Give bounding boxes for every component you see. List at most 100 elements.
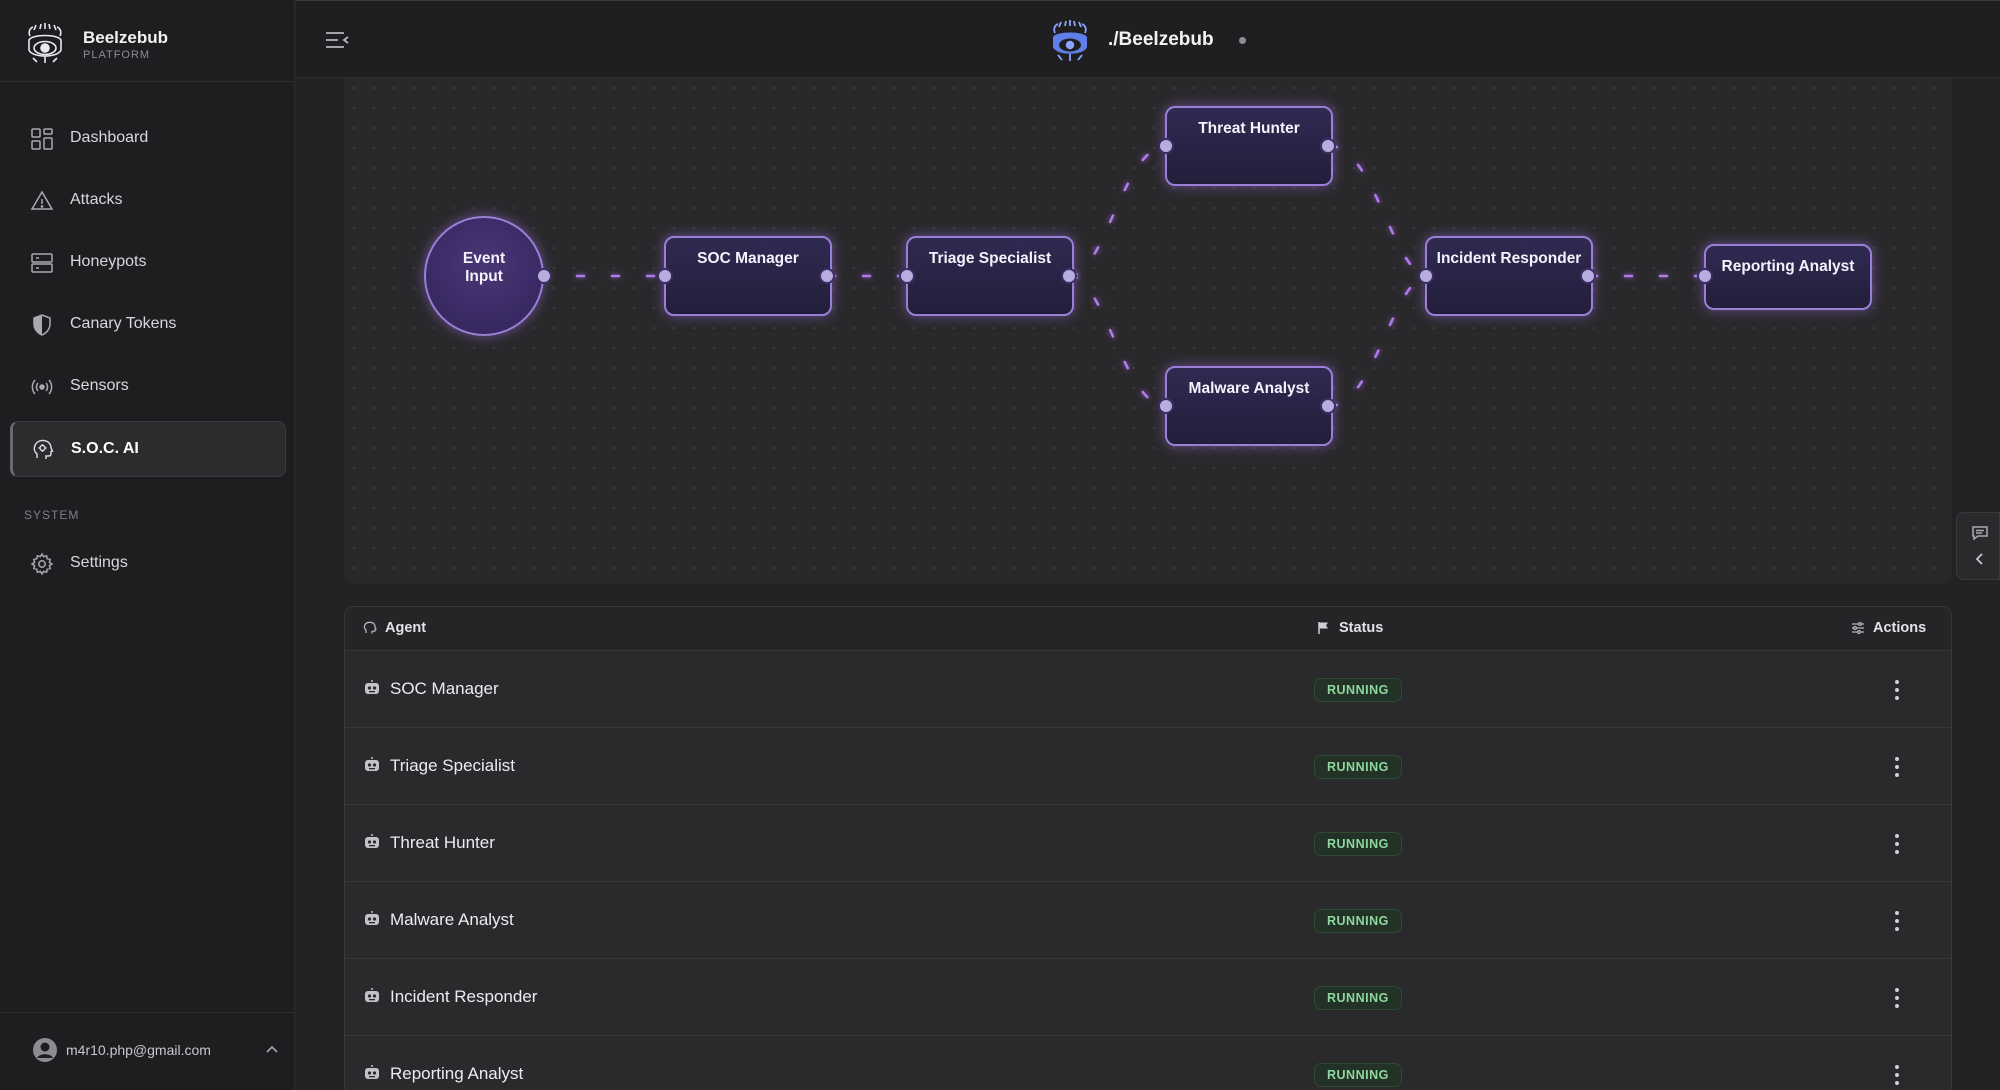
table-row[interactable]: Triage Specialist RUNNING: [345, 728, 1951, 805]
edge-malware-responder: [1328, 274, 1430, 408]
chevron-up-icon[interactable]: [262, 1039, 282, 1059]
warning-triangle-icon: [30, 190, 54, 210]
user-avatar-icon: [33, 1038, 57, 1062]
node-output-port[interactable]: [1320, 138, 1336, 154]
status-badge: RUNNING: [1314, 832, 1402, 856]
node-threat-hunter[interactable]: Threat Hunter: [1158, 106, 1336, 186]
node-input-port[interactable]: [1158, 398, 1174, 414]
node-event-input[interactable]: Event Input: [424, 216, 552, 336]
agent-name: Reporting Analyst: [390, 1064, 524, 1083]
table-row[interactable]: Incident Responder RUNNING: [345, 959, 1951, 1036]
node-malware-analyst[interactable]: Malware Analyst: [1158, 366, 1336, 446]
more-options-icon[interactable]: [1892, 678, 1902, 702]
node-output-port[interactable]: [536, 268, 552, 284]
table-row[interactable]: SOC Manager RUNNING: [345, 651, 1951, 728]
sidebar-item-canary-tokens[interactable]: Canary Tokens: [10, 297, 286, 353]
sidebar-item-soc-ai[interactable]: S.O.C. AI: [10, 421, 286, 477]
agent-name: Triage Specialist: [390, 756, 516, 775]
table-row[interactable]: Reporting Analyst RUNNING: [345, 1036, 1951, 1090]
flag-icon: [1318, 622, 1328, 634]
robot-icon: [365, 911, 379, 925]
robot-icon: [365, 988, 379, 1002]
node-triage-specialist[interactable]: Triage Specialist: [899, 236, 1077, 316]
sidebar-item-sensors[interactable]: Sensors: [10, 359, 286, 415]
edge-triage-hunter: [1068, 144, 1168, 278]
ai-head-icon: [33, 439, 54, 459]
shield-icon: [33, 314, 51, 336]
user-menu[interactable]: m4r10.php@gmail.com: [0, 1012, 295, 1090]
node-label: Triage Specialist: [928, 250, 1052, 267]
column-header-label: Actions: [1873, 620, 1927, 636]
column-header-label: Status: [1339, 620, 1384, 636]
agent-flow-canvas[interactable]: Event Input SOC Manager Triage Specialis…: [344, 78, 1952, 584]
node-label: Threat Hunter: [1198, 120, 1300, 137]
sidebar-item-settings[interactable]: Settings: [10, 536, 286, 592]
node-label: Malware Analyst: [1188, 380, 1310, 397]
edge-triage-malware: [1068, 274, 1168, 408]
node-output-port[interactable]: [819, 268, 835, 284]
node-reporting-analyst[interactable]: Reporting Analyst: [1697, 244, 1872, 310]
brand[interactable]: Beelzebub PLATFORM: [0, 0, 295, 82]
robot-icon: [365, 680, 379, 694]
node-input-port[interactable]: [1697, 268, 1713, 284]
chat-icon: [1972, 526, 1988, 541]
top-header: ./Beelzebub: [296, 1, 2000, 78]
more-options-icon[interactable]: [1892, 986, 1902, 1010]
brand-subtitle: PLATFORM: [83, 49, 151, 61]
column-header-label: Agent: [385, 620, 427, 636]
status-badge: RUNNING: [1314, 909, 1402, 933]
node-input-port[interactable]: [899, 268, 915, 284]
status-badge: RUNNING: [1314, 986, 1402, 1010]
status-badge: RUNNING: [1314, 678, 1402, 702]
collapse-sidebar-icon[interactable]: [324, 29, 350, 51]
node-output-port[interactable]: [1580, 268, 1596, 284]
server-icon: [31, 253, 53, 273]
node-incident-responder[interactable]: Incident Responder: [1418, 236, 1596, 316]
sidebar-item-dashboard[interactable]: Dashboard: [10, 111, 286, 167]
column-header-actions[interactable]: Actions: [1851, 620, 1926, 636]
gear-icon: [30, 552, 54, 576]
sidebar-item-attacks[interactable]: Attacks: [10, 173, 286, 229]
chevron-left-icon: [1975, 553, 1983, 565]
section-label-system: SYSTEM: [24, 508, 80, 522]
broadcast-icon: [31, 379, 53, 395]
agent-name: Incident Responder: [390, 987, 538, 1006]
robot-icon: [365, 757, 379, 771]
node-input-port[interactable]: [1418, 268, 1434, 284]
more-options-icon[interactable]: [1892, 909, 1902, 933]
sidebar-item-honeypots[interactable]: Honeypots: [10, 235, 286, 291]
user-email: m4r10.php@gmail.com: [66, 1042, 211, 1058]
more-options-icon[interactable]: [1892, 1063, 1902, 1087]
node-label: Incident Responder: [1436, 250, 1582, 267]
column-header-agent[interactable]: Agent: [363, 620, 426, 636]
robot-icon: [365, 1065, 379, 1079]
agents-table: Agent Status Actions SOC Manager RUNNING: [344, 606, 1952, 1090]
node-output-port[interactable]: [1320, 398, 1336, 414]
edge-hunter-responder: [1328, 144, 1430, 278]
beelzebub-header-logo-icon: [1053, 20, 1087, 61]
sidebar-item-label: Dashboard: [70, 129, 149, 146]
node-label: Reporting Analyst: [1721, 258, 1855, 275]
flow-edges: [540, 144, 1708, 408]
sidebar-item-label: S.O.C. AI: [71, 440, 139, 457]
sidebar: Beelzebub PLATFORM Dashboard Attacks Hon…: [0, 0, 295, 1090]
table-row[interactable]: Threat Hunter RUNNING: [345, 805, 1951, 882]
app-root: Beelzebub PLATFORM Dashboard Attacks Hon…: [0, 0, 2000, 1090]
node-input-port[interactable]: [1158, 138, 1174, 154]
chat-panel-toggle[interactable]: [1956, 512, 2000, 580]
node-soc-manager[interactable]: SOC Manager: [657, 236, 835, 316]
node-output-port[interactable]: [1061, 268, 1077, 284]
more-options-icon[interactable]: [1892, 832, 1902, 856]
node-label: Event Input: [462, 250, 506, 285]
sidebar-item-label: Sensors: [70, 377, 129, 394]
header-title: ./Beelzebub: [1108, 29, 1214, 50]
column-header-status[interactable]: Status: [1317, 620, 1383, 636]
more-options-icon[interactable]: [1892, 755, 1902, 779]
table-row[interactable]: Malware Analyst RUNNING: [345, 882, 1951, 959]
sliders-icon: [1852, 621, 1864, 635]
node-label: SOC Manager: [697, 250, 799, 267]
sidebar-item-label: Attacks: [70, 191, 123, 208]
node-input-port[interactable]: [657, 268, 673, 284]
agent-name: SOC Manager: [390, 679, 499, 698]
agent-column-icon: [363, 621, 377, 634]
